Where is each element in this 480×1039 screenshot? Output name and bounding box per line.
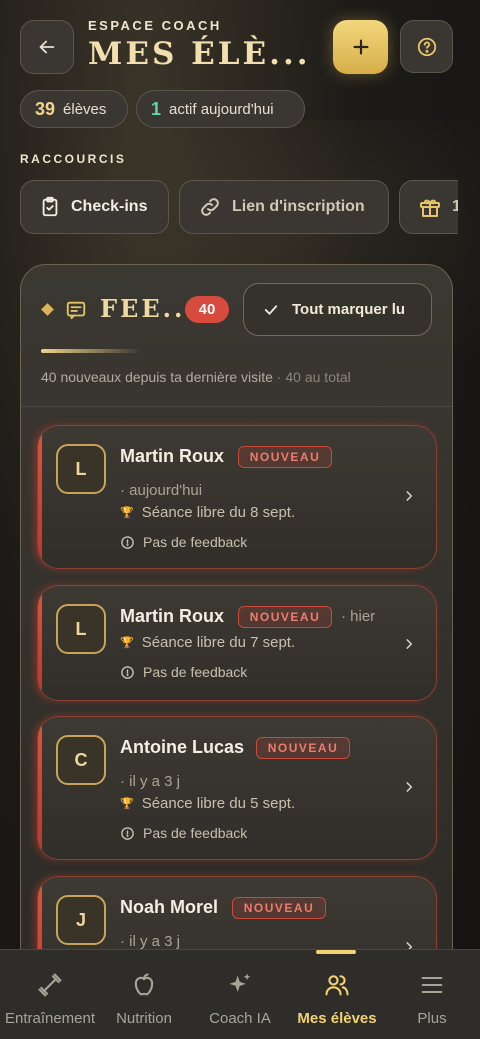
- new-badge: NOUVEAU: [238, 446, 332, 468]
- help-circle-icon: [417, 37, 436, 56]
- mark-all-read-label: Tout marquer lu: [292, 301, 406, 318]
- trophy-icon: 🏆: [120, 798, 134, 810]
- shortcut-signup-link[interactable]: Lien d'inscription: [179, 180, 389, 234]
- gift-icon: [420, 199, 440, 217]
- chevron-right-icon: [406, 639, 413, 649]
- student-name: Martin Roux: [120, 446, 225, 466]
- feed-progress-bar: [41, 349, 141, 353]
- feed-item[interactable]: C Antoine Lucas NOUVEAU · il y a 3 j 🏆 S…: [37, 716, 437, 860]
- student-name: Noah Morel: [120, 897, 219, 917]
- shortcut-label: 1: [452, 198, 458, 215]
- header-eyebrow: ESPACE COACH: [88, 18, 222, 33]
- header: ESPACE COACH MES ÉLÈ...: [20, 18, 460, 74]
- page-title: MES ÉLÈ...: [88, 36, 311, 72]
- student-name: Antoine Lucas: [120, 737, 245, 757]
- diamond-icon: [41, 303, 54, 316]
- session-line: 🏆 Séance libre du 5 sept.: [120, 795, 295, 812]
- new-badge: NOUVEAU: [238, 606, 332, 628]
- info-icon: [121, 665, 134, 679]
- info-icon: [121, 535, 134, 549]
- feed-item[interactable]: L Martin Roux NOUVEAU · aujourd'hui 🏆 Sé…: [37, 425, 437, 569]
- feedback-label: Pas de feedback: [143, 664, 248, 680]
- arrow-left-icon: [39, 40, 55, 54]
- feed-summary-main: 40 nouveaux depuis ta dernière visite: [41, 369, 273, 385]
- feedback-label: Pas de feedback: [143, 534, 248, 550]
- chevron-right-icon: [406, 491, 413, 501]
- feedback-label: Pas de feedback: [143, 825, 248, 841]
- nav-label: Coach IA: [209, 1010, 271, 1027]
- card-accent-edge: [38, 717, 42, 859]
- shortcut-label: Check-ins: [71, 198, 148, 215]
- feed-summary-total: · 40 au total: [276, 369, 351, 385]
- new-badge: NOUVEAU: [232, 897, 326, 919]
- add-button[interactable]: [333, 20, 388, 74]
- new-badge: NOUVEAU: [256, 737, 350, 759]
- avatar: L: [56, 444, 106, 494]
- shortcuts-row: Check-ins Lien d'inscription 1: [20, 180, 458, 234]
- avatar: L: [56, 604, 106, 654]
- info-icon: [121, 826, 134, 840]
- feed-panel: FEE... 40 Tout marquer lu 40 nouveaux de…: [20, 264, 453, 1024]
- session-label: Séance libre du 7 sept.: [141, 634, 296, 651]
- mark-all-read-button[interactable]: Tout marquer lu: [243, 283, 432, 336]
- feed-summary: 40 nouveaux depuis ta dernière visite · …: [41, 369, 351, 385]
- nav-item-nutrition[interactable]: Nutrition: [106, 950, 182, 1039]
- session-label: Séance libre du 8 sept.: [141, 504, 296, 521]
- session-line: 🏆 Séance libre du 8 sept.: [120, 504, 295, 521]
- students-count-pill[interactable]: 39 élèves: [20, 90, 128, 128]
- nav-item-training[interactable]: Entraînement: [0, 950, 102, 1039]
- active-label: actif aujourd'hui: [169, 100, 274, 118]
- feed-header: FEE... 40 Tout marquer lu 40 nouveaux de…: [21, 265, 452, 407]
- feedback-line: Pas de feedback: [120, 825, 247, 841]
- feed-item[interactable]: L Martin Roux NOUVEAU · hier 🏆 Séance li…: [37, 585, 437, 701]
- avatar: J: [56, 895, 106, 945]
- back-button[interactable]: [20, 20, 74, 74]
- plus-icon: [352, 39, 369, 55]
- students-count: 39: [35, 98, 56, 119]
- feedback-line: Pas de feedback: [120, 534, 247, 550]
- bottom-nav: Entraînement Nutrition Coach IA Mes élèv…: [0, 949, 480, 1039]
- nav-item-my-students[interactable]: Mes élèves: [291, 950, 383, 1039]
- item-time: · il y a 3 j: [120, 933, 181, 950]
- nav-label: Entraînement: [4, 1010, 96, 1027]
- active-count: 1: [151, 98, 162, 119]
- avatar: C: [56, 735, 106, 785]
- trophy-icon: 🏆: [120, 637, 134, 649]
- nav-label: Mes élèves: [297, 1010, 377, 1027]
- session-line: 🏆 Séance libre du 7 sept.: [120, 634, 295, 651]
- help-button[interactable]: [400, 20, 453, 73]
- student-name: Martin Roux: [120, 606, 225, 626]
- active-today-pill[interactable]: 1 actif aujourd'hui: [136, 90, 305, 128]
- item-time: · il y a 3 j: [120, 773, 181, 790]
- check-icon: [264, 304, 278, 315]
- users-icon: [325, 975, 349, 996]
- item-time: · hier: [341, 608, 376, 625]
- message-square-icon: [66, 301, 86, 320]
- students-label: élèves: [63, 100, 107, 118]
- nav-item-more[interactable]: Plus: [404, 950, 460, 1039]
- card-accent-edge: [38, 586, 42, 700]
- unread-count-badge: 40: [185, 296, 229, 323]
- shortcut-check-ins[interactable]: Check-ins: [20, 180, 169, 234]
- link-icon: [201, 198, 219, 216]
- session-label: Séance libre du 5 sept.: [141, 795, 296, 812]
- dumbbell-icon: [38, 973, 62, 997]
- item-time: · aujourd'hui: [120, 482, 203, 499]
- apple-icon: [134, 973, 154, 996]
- shortcuts-section-label: RACCOURCIS: [20, 152, 127, 166]
- trophy-icon: 🏆: [120, 507, 134, 519]
- card-accent-edge: [38, 426, 42, 568]
- nav-item-coach-ia[interactable]: Coach IA: [202, 950, 278, 1039]
- clipboard-check-icon: [42, 196, 58, 217]
- feedback-line: Pas de feedback: [120, 664, 247, 680]
- nav-label: Nutrition: [116, 1010, 172, 1027]
- nav-label: Plus: [417, 1010, 447, 1027]
- chevron-right-icon: [406, 782, 413, 792]
- feed-progress-fill: [41, 349, 141, 353]
- shortcut-gift[interactable]: 1: [399, 180, 458, 234]
- shortcut-label: Lien d'inscription: [232, 198, 365, 215]
- menu-icon: [421, 976, 443, 994]
- sparkles-icon: [229, 973, 251, 992]
- feed-title: FEE...: [100, 294, 197, 323]
